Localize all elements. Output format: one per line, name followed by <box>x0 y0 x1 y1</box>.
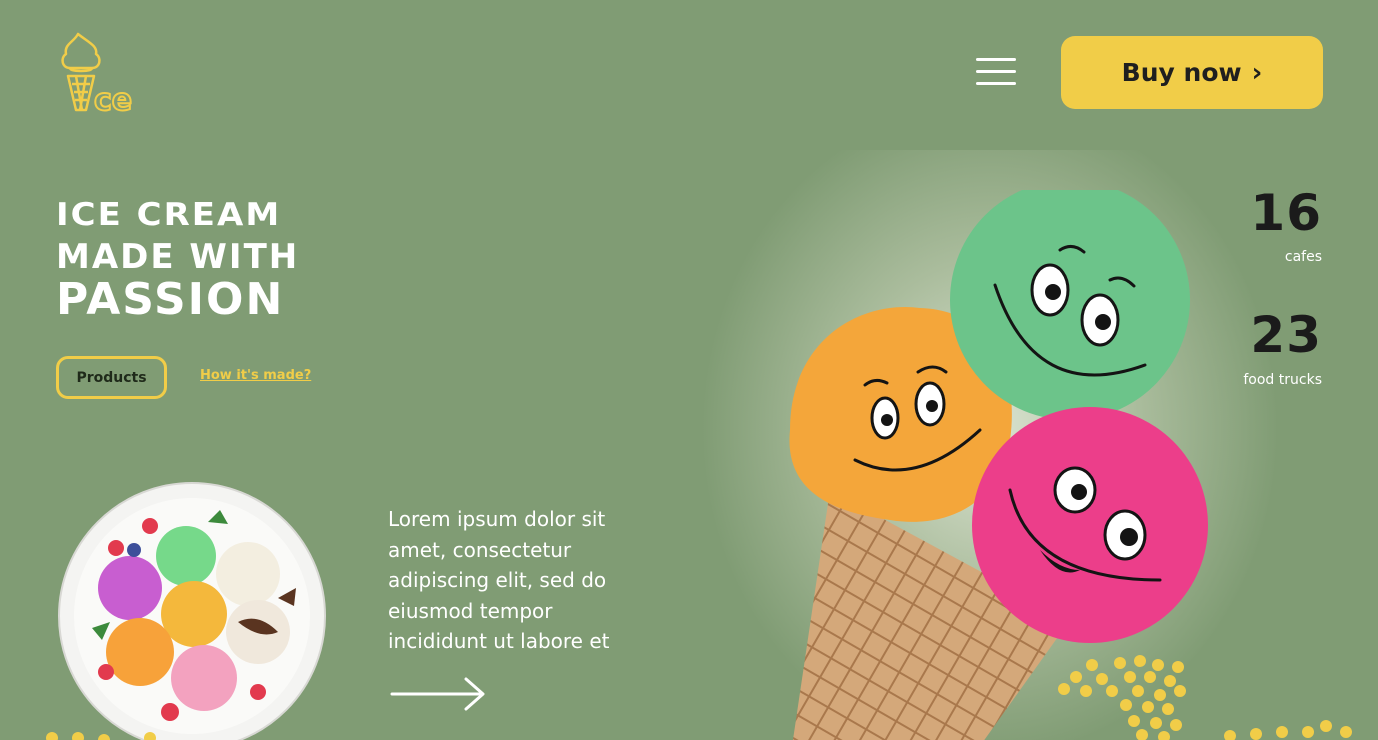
stat-value-cafes: 16 <box>1250 184 1322 242</box>
decorative-dots <box>1224 720 1352 740</box>
chevron-right-icon: › <box>1251 57 1263 88</box>
buy-now-button[interactable]: Buy now › <box>1061 36 1323 109</box>
logo-text: ce <box>94 83 132 116</box>
decorative-dots <box>1058 655 1186 740</box>
decorative-dots <box>46 732 156 740</box>
ice-cream-plate-image <box>58 482 326 740</box>
headline-line-2: MADE WITH <box>56 237 300 277</box>
hero-description: Lorem ipsum dolor sit amet, consectetur … <box>388 507 610 653</box>
buy-now-label: Buy now <box>1121 58 1242 87</box>
stat-label-cafes: cafes <box>1284 249 1322 265</box>
menu-line <box>976 82 1016 85</box>
products-button[interactable]: Products <box>56 356 167 399</box>
stat-label-food-trucks: food trucks <box>1243 372 1322 388</box>
menu-line <box>976 70 1016 73</box>
headline-line-3: PASSION <box>56 274 285 325</box>
brand-logo[interactable]: ce <box>56 28 146 116</box>
hero-headline: ICE CREAM MADE WITH PASSION <box>56 198 299 322</box>
how-its-made-link[interactable]: How it's made? <box>200 368 311 383</box>
headline-line-1: ICE CREAM <box>56 196 282 234</box>
stat-value-food-trucks: 23 <box>1250 306 1322 364</box>
arrow-right-icon[interactable] <box>390 676 486 712</box>
hamburger-menu-icon[interactable] <box>976 58 1016 88</box>
menu-line <box>976 58 1016 61</box>
